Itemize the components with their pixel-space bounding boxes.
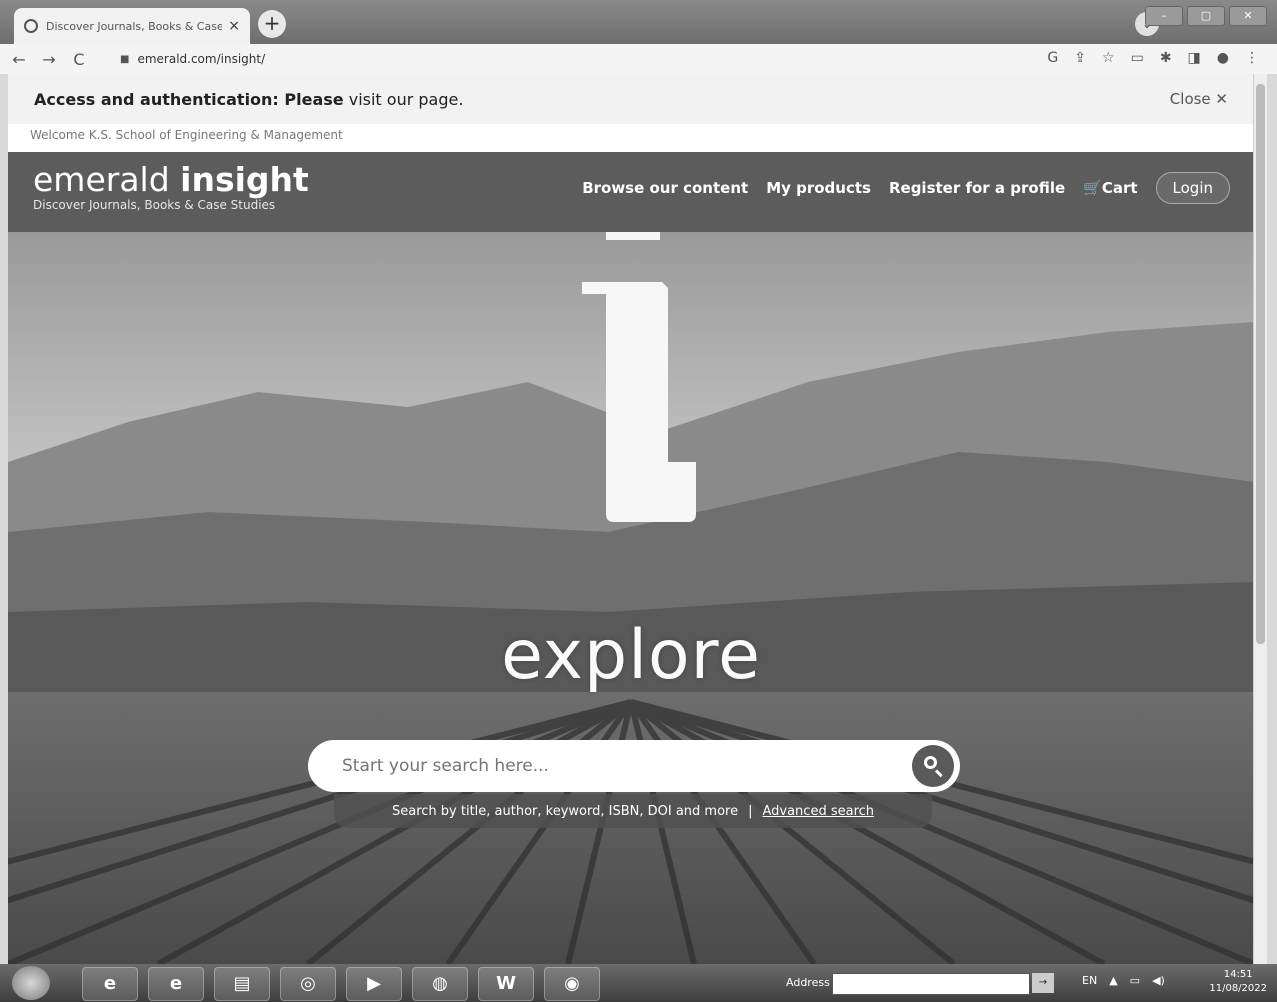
page-scrollbar[interactable] <box>1253 74 1267 964</box>
address-go-icon[interactable]: → <box>1032 973 1054 993</box>
bookmark-star-icon[interactable]: ☆ <box>1102 50 1115 66</box>
nav-register[interactable]: Register for a profile <box>889 179 1065 197</box>
access-notice-banner: Access and authentication: Please visit … <box>8 74 1254 124</box>
search-button[interactable] <box>912 745 954 787</box>
clock-date: 11/08/2022 <box>1209 983 1267 994</box>
hint-separator: | <box>748 803 753 819</box>
address-input[interactable] <box>832 973 1030 995</box>
clock[interactable]: 14:51 11/08/2022 <box>1209 968 1267 996</box>
notice-close-button[interactable]: Close ✕ <box>1170 90 1228 108</box>
window-controls: – ▢ ✕ <box>1145 6 1267 26</box>
word-icon[interactable]: W <box>478 967 534 1001</box>
scroll-thumb[interactable] <box>1256 84 1265 644</box>
login-button[interactable]: Login <box>1155 172 1230 204</box>
address-bar[interactable]: emerald.com/insight/ <box>137 52 265 66</box>
emerald-favicon-icon <box>24 19 38 33</box>
nav-my-products[interactable]: My products <box>766 179 871 197</box>
os-taskbar: e e ▤ ◎ ▶ ◍ W ◉ Address → EN ▲ ▭ ◀) 14:5… <box>0 964 1277 1002</box>
web-page: Access and authentication: Please visit … <box>8 74 1254 964</box>
maximize-button[interactable]: ▢ <box>1187 6 1225 26</box>
reload-icon[interactable]: C <box>68 50 90 69</box>
back-icon[interactable]: ← <box>8 50 30 69</box>
notice-text: Access and authentication: Please visit … <box>34 89 464 109</box>
hero-section: explore Search by title, author, keyword… <box>8 232 1254 964</box>
google-icon[interactable]: G <box>1047 50 1058 66</box>
nav-browse-content[interactable]: Browse our content <box>582 179 748 197</box>
new-tab-button[interactable]: + <box>258 10 286 38</box>
emerald-logo[interactable]: emerald insight Discover Journals, Books… <box>33 162 309 213</box>
taskbar-apps: e e ▤ ◎ ▶ ◍ W ◉ <box>82 967 600 1001</box>
hero-landscape-image <box>8 232 1254 964</box>
tray-expand-icon[interactable]: ▲ <box>1109 974 1117 987</box>
minimize-button[interactable]: – <box>1145 6 1183 26</box>
volume-icon[interactable]: ◀) <box>1152 974 1165 987</box>
browser-toolbar: ← → C ■ emerald.com/insight/ G ⇪ ☆ ▭ ✱ ◨… <box>0 44 1277 74</box>
language-indicator[interactable]: EN <box>1082 974 1097 987</box>
share-icon[interactable]: ⇪ <box>1074 50 1086 66</box>
window-close-button[interactable]: ✕ <box>1229 6 1267 26</box>
profile-icon[interactable]: ● <box>1217 50 1229 66</box>
sidepanel-icon[interactable]: ◨ <box>1188 50 1201 66</box>
search-input[interactable] <box>340 755 912 777</box>
site-header: emerald insight Discover Journals, Books… <box>8 152 1254 232</box>
menu-icon[interactable]: ⋮ <box>1245 50 1259 66</box>
browser-tab[interactable]: Discover Journals, Books & Case × <box>14 8 250 44</box>
puzzle-icon[interactable]: ✱ <box>1160 50 1172 66</box>
advanced-search-link[interactable]: Advanced search <box>762 804 874 819</box>
file-explorer-icon[interactable]: ▤ <box>214 967 270 1001</box>
toolbar-icons: G ⇪ ☆ ▭ ✱ ◨ ● ⋮ <box>1047 50 1259 66</box>
extension-icon[interactable]: ▭ <box>1131 50 1144 66</box>
chrome-icon[interactable]: ◎ <box>280 967 336 1001</box>
clock-time: 14:51 <box>1223 969 1253 980</box>
system-tray: EN ▲ ▭ ◀) <box>1082 974 1165 987</box>
search-icon <box>924 756 937 769</box>
chrome-active-icon[interactable]: ◉ <box>544 967 600 1001</box>
app-icon[interactable]: ◍ <box>412 967 468 1001</box>
ie-icon[interactable]: e <box>148 967 204 1001</box>
search-bar <box>308 740 960 792</box>
explore-heading: explore <box>501 616 761 695</box>
ie-icon[interactable]: e <box>82 967 138 1001</box>
search-hint: Search by title, author, keyword, ISBN, … <box>334 794 932 828</box>
network-icon[interactable]: ▭ <box>1130 974 1140 987</box>
main-nav: Browse our content My products Register … <box>582 172 1230 204</box>
logo-tagline: Discover Journals, Books & Case Studies <box>33 198 276 212</box>
tab-title: Discover Journals, Books & Case <box>46 19 223 33</box>
address-label: Address <box>786 976 830 989</box>
media-player-icon[interactable]: ▶ <box>346 967 402 1001</box>
tab-close-icon[interactable]: × <box>228 18 240 34</box>
browser-titlebar: Discover Journals, Books & Case × + ⌄ – … <box>0 0 1277 44</box>
cart-icon: 🛒 <box>1083 179 1102 197</box>
forward-icon[interactable]: → <box>38 50 60 69</box>
nav-cart[interactable]: 🛒Cart <box>1083 179 1137 197</box>
welcome-text: Welcome K.S. School of Engineering & Man… <box>30 128 343 142</box>
start-button[interactable] <box>12 966 50 1000</box>
lock-icon[interactable]: ■ <box>120 54 129 65</box>
search-hint-text: Search by title, author, keyword, ISBN, … <box>391 803 739 819</box>
